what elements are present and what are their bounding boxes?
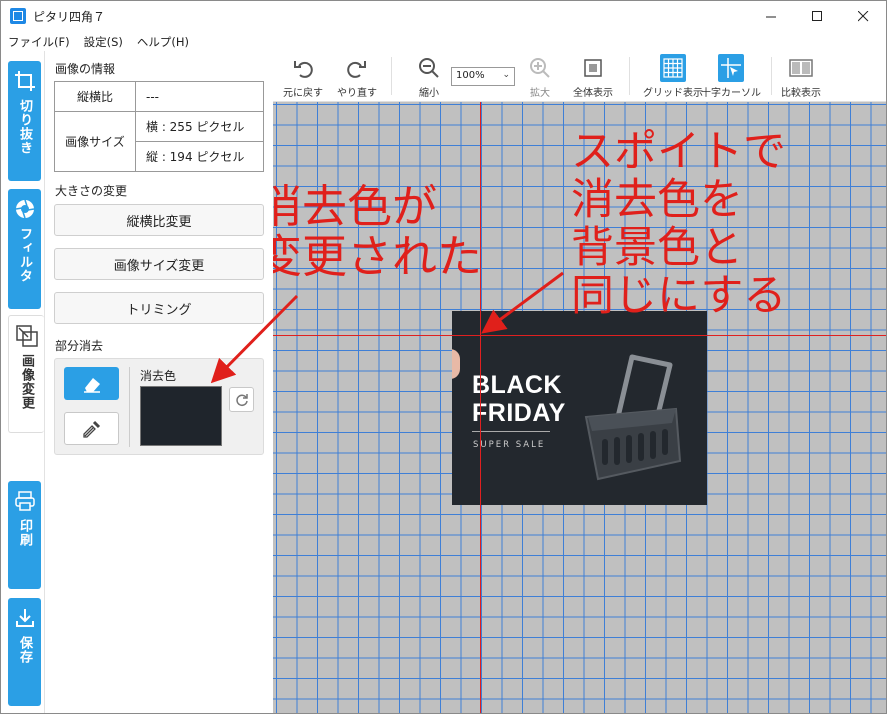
redo-button[interactable]: やり直す xyxy=(337,55,377,99)
aspect-change-button[interactable]: 縦横比変更 xyxy=(54,204,264,236)
width-value: 横 : 255 ピクセル xyxy=(135,111,264,142)
zoom-in-button[interactable]: 拡大 xyxy=(527,55,553,99)
menu-file[interactable]: ファイル(F) xyxy=(1,32,77,51)
nav-tab-filter[interactable]: フィルタ xyxy=(8,189,41,309)
toolbar-separator xyxy=(629,57,630,95)
menu-settings[interactable]: 設定(S) xyxy=(77,32,130,51)
grid-button[interactable]: グリッド表示 xyxy=(643,54,703,99)
aspect-label: 縦横比 xyxy=(54,81,136,112)
cursor-button[interactable]: 十字カーソル xyxy=(701,54,761,99)
close-button[interactable] xyxy=(840,1,886,32)
nav-tab-print[interactable]: 印刷 xyxy=(8,481,41,589)
fit-label: 全体表示 xyxy=(573,88,613,99)
zoom-value: 100% xyxy=(456,70,485,81)
printer-icon xyxy=(13,489,37,513)
erase-divider xyxy=(129,367,130,447)
app-window: ピタリ四角７ ファイル(F) 設定(S) ヘルプ(H) 切り抜き フィルタ 画像… xyxy=(0,0,887,714)
arrow-to-image xyxy=(481,271,564,334)
toolbar: 元に戻す やり直す 縮小 100% ⌄ 拡大 全体表示 グリッド表示 十字カーソ… xyxy=(273,51,886,102)
toolbar-separator xyxy=(391,57,392,95)
nav-label-crop: 切り抜き xyxy=(17,99,32,155)
aperture-icon xyxy=(13,197,37,221)
zoom-select[interactable]: 100% ⌄ xyxy=(451,67,515,86)
eraser-button[interactable] xyxy=(64,367,119,400)
compare-icon xyxy=(788,55,814,81)
close-icon xyxy=(857,11,868,22)
minimize-button[interactable] xyxy=(748,1,794,32)
compare-button[interactable]: 比較表示 xyxy=(781,55,821,99)
zoom-in-label: 拡大 xyxy=(530,88,550,99)
erase-color-label: 消去色 xyxy=(140,369,177,383)
eyedropper-icon xyxy=(82,420,100,438)
title-bar: ピタリ四角７ xyxy=(1,1,886,32)
info-section-title: 画像の情報 xyxy=(55,62,116,76)
undo-label: 元に戻す xyxy=(283,88,323,99)
nav-label-print: 印刷 xyxy=(17,519,32,547)
zoom-out-icon xyxy=(416,55,442,81)
nav-label-image-change: 画像変更 xyxy=(19,354,34,410)
maximize-icon xyxy=(811,11,822,21)
image-info-table: 縦横比 --- 画像サイズ 横 : 255 ピクセル 縦 : 194 ピクセル xyxy=(54,81,264,172)
maximize-button[interactable] xyxy=(794,1,840,32)
chevron-down-icon: ⌄ xyxy=(502,70,510,80)
redo-icon xyxy=(344,55,370,81)
compare-label: 比較表示 xyxy=(781,88,821,99)
cursor-label: 十字カーソル xyxy=(701,88,761,99)
nav-label-filter: フィルタ xyxy=(17,227,32,283)
minimize-icon xyxy=(765,16,776,18)
grid-icon xyxy=(660,54,686,82)
resize-section-title: 大きさの変更 xyxy=(55,184,128,198)
size-label: 画像サイズ xyxy=(54,111,136,172)
erase-section-title: 部分消去 xyxy=(55,339,104,353)
height-value: 縦 : 194 ピクセル xyxy=(135,141,264,172)
crosshair-icon xyxy=(718,54,744,82)
annotation-arrows xyxy=(481,271,564,334)
toolbar-separator xyxy=(771,57,772,95)
app-logo-icon xyxy=(10,8,26,24)
menu-bar: ファイル(F) 設定(S) ヘルプ(H) xyxy=(1,32,886,51)
grid-label: グリッド表示 xyxy=(643,88,703,99)
zoom-in-icon xyxy=(527,55,553,81)
window-title: ピタリ四角７ xyxy=(33,10,106,24)
zoom-out-label: 縮小 xyxy=(419,88,439,99)
download-icon xyxy=(13,606,37,630)
left-nav: 切り抜き フィルタ 画像変更 印刷 保存 xyxy=(1,51,44,713)
aspect-value: --- xyxy=(135,81,264,112)
undo-icon xyxy=(290,55,316,81)
eraser-icon xyxy=(83,377,100,393)
image-canvas[interactable]: BLACK FRIDAY SUPER SALE 消去色が 変更された スポイトで… xyxy=(273,102,886,713)
crop-icon xyxy=(13,69,37,93)
redo-label: やり直す xyxy=(337,88,377,99)
resize-icon xyxy=(15,324,39,348)
nav-tab-save[interactable]: 保存 xyxy=(8,598,41,706)
annotation-arrow-left xyxy=(210,294,299,384)
zoom-out-button[interactable]: 縮小 xyxy=(416,55,442,99)
nav-tab-image-change[interactable]: 画像変更 xyxy=(8,315,44,433)
eyedropper-button[interactable] xyxy=(64,412,119,445)
fit-button[interactable]: 全体表示 xyxy=(573,55,613,99)
undo-button[interactable]: 元に戻す xyxy=(283,55,323,99)
nav-label-save: 保存 xyxy=(17,636,32,664)
nav-tab-crop[interactable]: 切り抜き xyxy=(8,61,41,181)
fit-icon xyxy=(580,55,606,81)
menu-help[interactable]: ヘルプ(H) xyxy=(130,32,196,51)
